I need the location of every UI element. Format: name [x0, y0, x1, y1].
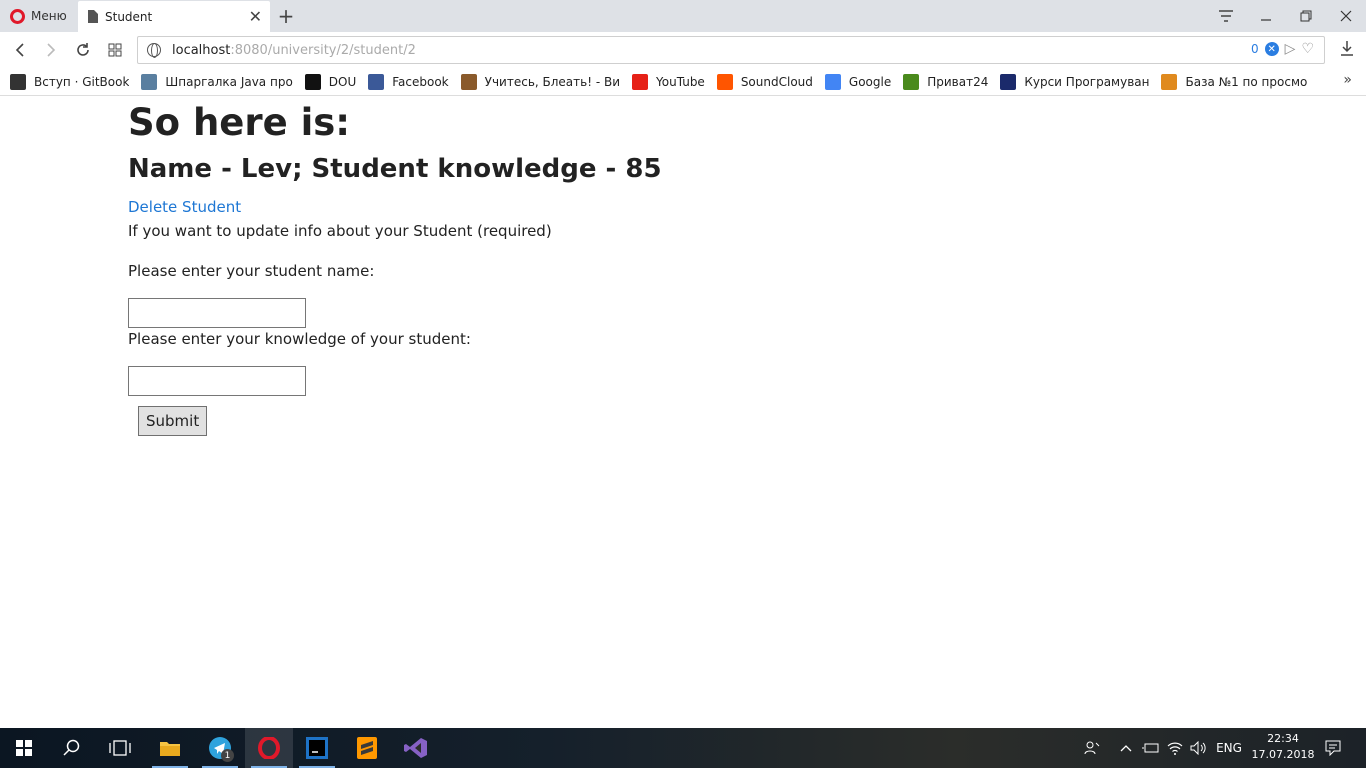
language-indicator[interactable]: ENG	[1212, 728, 1246, 768]
privat24-icon	[903, 73, 920, 90]
download-icon[interactable]	[1340, 40, 1354, 60]
student-name-input[interactable]	[128, 298, 306, 328]
url-host: localhost	[172, 42, 231, 58]
minimize-button[interactable]	[1246, 0, 1286, 32]
search-icon[interactable]	[48, 728, 96, 768]
bookmark-item[interactable]: YouTube	[632, 73, 705, 90]
url-path: :8080/university/2/student/2	[230, 42, 416, 58]
telegram-badge: 1	[221, 749, 234, 762]
start-button[interactable]	[0, 728, 48, 768]
bookmark-label: Курси Програмуван	[1024, 74, 1150, 89]
browser-tab-bar: Меню Student ✕ +	[0, 0, 1366, 32]
forward-button[interactable]	[39, 38, 63, 62]
knowledge-label: Please enter your knowledge of your stud…	[128, 330, 471, 348]
bookmark-label: Вступ · GitBook	[34, 74, 130, 89]
chevron-up-icon[interactable]	[1116, 728, 1136, 768]
delete-student-link[interactable]: Delete Student	[128, 198, 1228, 216]
intellij-idea-icon[interactable]	[293, 728, 341, 768]
bookmark-label: Шпаргалка Java про	[165, 74, 293, 89]
bookmark-item[interactable]: DOU	[304, 73, 357, 90]
bookmark-label: SoundCloud	[740, 74, 813, 89]
bookmark-item[interactable]: Шпаргалка Java про	[141, 73, 293, 90]
speed-dial-icon[interactable]	[103, 38, 127, 62]
tab-close-icon[interactable]: ✕	[249, 7, 262, 26]
opera-logo-icon	[10, 8, 25, 24]
bookmark-item[interactable]: SoundCloud	[716, 73, 813, 90]
youtube-icon	[632, 73, 649, 90]
address-bar[interactable]: localhost:8080/university/2/student/2 0 …	[137, 36, 1325, 64]
page-icon	[88, 10, 98, 23]
soundcloud-icon	[716, 73, 733, 90]
people-icon[interactable]	[1080, 728, 1104, 768]
navigation-bar: localhost:8080/university/2/student/2 0 …	[0, 32, 1366, 68]
bookmark-item[interactable]: Учитесь, Блеать! - Ви	[460, 73, 621, 90]
bookmark-label: Приват24	[927, 74, 989, 89]
tiger-icon	[1161, 73, 1178, 90]
sublime-text-icon[interactable]	[343, 728, 391, 768]
windows-taskbar: 1 ENG 22:34 17.07.2018	[0, 728, 1366, 768]
bookmark-item[interactable]: Вступ · GitBook	[10, 73, 130, 90]
visual-studio-icon[interactable]	[392, 728, 440, 768]
tab-student[interactable]: Student ✕	[78, 1, 270, 32]
submit-button[interactable]: Submit	[138, 406, 208, 436]
chevron-double-right-icon[interactable]: »	[1343, 72, 1352, 88]
adblock-count: 0	[1251, 42, 1259, 56]
heart-icon[interactable]: ♡	[1301, 41, 1314, 57]
back-button[interactable]	[8, 38, 32, 62]
student-knowledge-input[interactable]	[128, 366, 306, 396]
send-icon[interactable]: ▷	[1285, 41, 1296, 57]
bookmarks-bar: Вступ · GitBook Шпаргалка Java про DOU Face…	[0, 68, 1366, 96]
address-bar-actions: 0 ✕ ▷ ♡	[1251, 41, 1314, 57]
globe-icon	[147, 43, 161, 58]
clock-time: 22:34	[1267, 732, 1299, 745]
h-icon	[141, 73, 158, 90]
file-explorer-icon[interactable]	[146, 728, 194, 768]
update-instructions: If you want to update info about your St…	[128, 222, 552, 240]
adblock-icon[interactable]: ✕	[1264, 42, 1279, 56]
owl-icon	[460, 73, 477, 90]
close-window-button[interactable]	[1326, 0, 1366, 32]
bookmark-item[interactable]: Google	[824, 73, 892, 90]
bookmark-item[interactable]: Facebook	[368, 73, 449, 90]
bookmark-item[interactable]: Приват24	[903, 73, 989, 90]
page-content: So here is: Name - Lev; Student knowledg…	[128, 100, 1228, 436]
google-icon	[824, 73, 841, 90]
student-summary: Name - Lev; Student knowledge - 85	[128, 154, 662, 184]
tab-title: Student	[105, 9, 153, 24]
bookmark-label: Facebook	[392, 74, 449, 89]
tab-menu-icon[interactable]	[1206, 0, 1246, 32]
book-icon	[10, 73, 26, 90]
battery-icon[interactable]	[1140, 728, 1162, 768]
bookmark-label: Google	[848, 74, 892, 89]
bookmark-label: База №1 по просмо	[1185, 74, 1308, 89]
notifications-icon[interactable]	[1318, 728, 1348, 768]
bookmark-item[interactable]: База №1 по просмо	[1161, 73, 1308, 90]
menu-label: Меню	[31, 9, 67, 23]
opera-menu-button[interactable]: Меню	[0, 0, 78, 32]
task-view-icon[interactable]	[96, 728, 144, 768]
bookmark-label: Учитесь, Блеать! - Ви	[484, 74, 621, 89]
system-clock[interactable]: 22:34 17.07.2018	[1248, 731, 1318, 763]
name-label: Please enter your student name:	[128, 262, 375, 280]
bookmark-label: DOU	[328, 74, 357, 89]
telegram-icon[interactable]: 1	[196, 728, 244, 768]
dou-icon	[304, 73, 321, 90]
volume-icon[interactable]	[1188, 728, 1210, 768]
new-tab-button[interactable]: +	[276, 4, 296, 28]
restore-button[interactable]	[1286, 0, 1326, 32]
facebook-icon	[368, 73, 385, 90]
bookmark-item[interactable]: Курси Програмуван	[1000, 73, 1150, 90]
reload-button[interactable]	[71, 38, 95, 62]
opera-taskbar-icon[interactable]	[245, 728, 293, 768]
clock-date: 17.07.2018	[1251, 748, 1315, 761]
page-title: So here is:	[128, 101, 351, 144]
wifi-icon[interactable]	[1164, 728, 1186, 768]
courses-icon	[1000, 73, 1017, 90]
bookmark-label: YouTube	[656, 74, 705, 89]
